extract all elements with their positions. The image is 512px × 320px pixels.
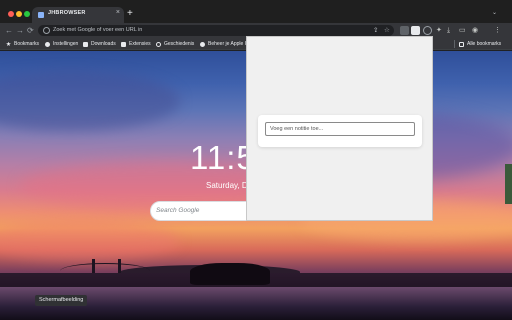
- download-icon[interactable]: ⤓: [447, 25, 450, 36]
- address-bar-placeholder: Zoek met Google of voer een URL in: [53, 27, 143, 33]
- wallpaper-cloud: [0, 71, 180, 131]
- bookmark-item-downloads[interactable]: Downloads: [83, 40, 116, 48]
- notes-extension-icon[interactable]: [411, 26, 420, 35]
- history-icon: [156, 41, 161, 47]
- folder-icon: [459, 41, 464, 47]
- tab-strip: JHBROWSER × + ⌄: [0, 0, 512, 23]
- browser-window: JHBROWSER × + ⌄ ← → ⟳ Zoek met Google of…: [0, 0, 512, 320]
- bookmark-label: Downloads: [91, 41, 116, 47]
- note-card: Voeg een notitie toe...: [258, 115, 422, 147]
- tab-title: JHBROWSER: [48, 10, 86, 16]
- side-panel-icon[interactable]: ▭: [459, 25, 466, 36]
- bookmark-label: Instellingen: [53, 41, 79, 47]
- puzzle-icon[interactable]: ✦: [436, 25, 442, 36]
- wallpaper-trees: [190, 263, 270, 285]
- back-button[interactable]: ←: [5, 25, 13, 36]
- bookmark-label: Extensies: [129, 41, 151, 47]
- new-tab-button[interactable]: +: [127, 8, 133, 20]
- bookmark-star-icon[interactable]: ☆: [384, 26, 390, 34]
- star-icon: [6, 41, 11, 47]
- forward-button[interactable]: →: [16, 25, 24, 36]
- download-icon: [83, 41, 88, 47]
- minimize-window-button[interactable]: [16, 11, 22, 17]
- tab-favicon-icon: [38, 12, 44, 18]
- extension-icon[interactable]: [400, 26, 409, 35]
- all-bookmarks-label: Alle bookmarks: [467, 41, 502, 47]
- tab-jhbrowser[interactable]: JHBROWSER ×: [32, 7, 124, 23]
- bookmark-item-extensies[interactable]: Extensies: [121, 40, 151, 48]
- bookmark-label: Geschiedenis: [164, 41, 195, 47]
- close-window-button[interactable]: [8, 11, 14, 17]
- gear-icon: [45, 41, 50, 47]
- apple-icon: [200, 41, 205, 47]
- bookmark-label: Bookmarks: [14, 41, 40, 47]
- bookmarks-separator: [454, 40, 455, 48]
- bookmark-item-apple-id[interactable]: Beheer je Apple ID: [200, 40, 250, 48]
- tab-search-button[interactable]: ⌄: [492, 9, 497, 16]
- bookmark-item-instellingen[interactable]: Instellingen: [45, 40, 78, 48]
- all-bookmarks-button[interactable]: Alle bookmarks: [459, 40, 501, 48]
- side-window-edge: [505, 164, 512, 204]
- extension-popup: Voeg een notitie toe...: [246, 36, 433, 221]
- menu-icon[interactable]: ⋮: [494, 25, 501, 36]
- address-bar[interactable]: Zoek met Google of voer een URL in ⇪ ☆: [38, 25, 394, 36]
- profile-icon[interactable]: ◉: [472, 25, 478, 36]
- puzzle-icon: [121, 41, 126, 47]
- share-icon[interactable]: ⇪: [373, 26, 378, 34]
- google-icon: [43, 27, 50, 34]
- search-placeholder: Search Google: [156, 207, 200, 214]
- note-input[interactable]: Voeg een notitie toe...: [265, 122, 415, 136]
- wallpaper-cloud: [0, 221, 180, 261]
- wallpaper-credit-label[interactable]: Schermafbeelding: [35, 295, 88, 306]
- bookmark-item-geschiedenis[interactable]: Geschiedenis: [156, 40, 194, 48]
- bookmark-label: Beheer je Apple ID: [208, 41, 250, 47]
- bookmark-item-bookmarks[interactable]: Bookmarks: [6, 40, 39, 48]
- extension-circle-icon[interactable]: [423, 26, 432, 35]
- reload-button[interactable]: ⟳: [27, 25, 34, 36]
- maximize-window-button[interactable]: [24, 11, 30, 17]
- tab-close-icon[interactable]: ×: [116, 9, 120, 16]
